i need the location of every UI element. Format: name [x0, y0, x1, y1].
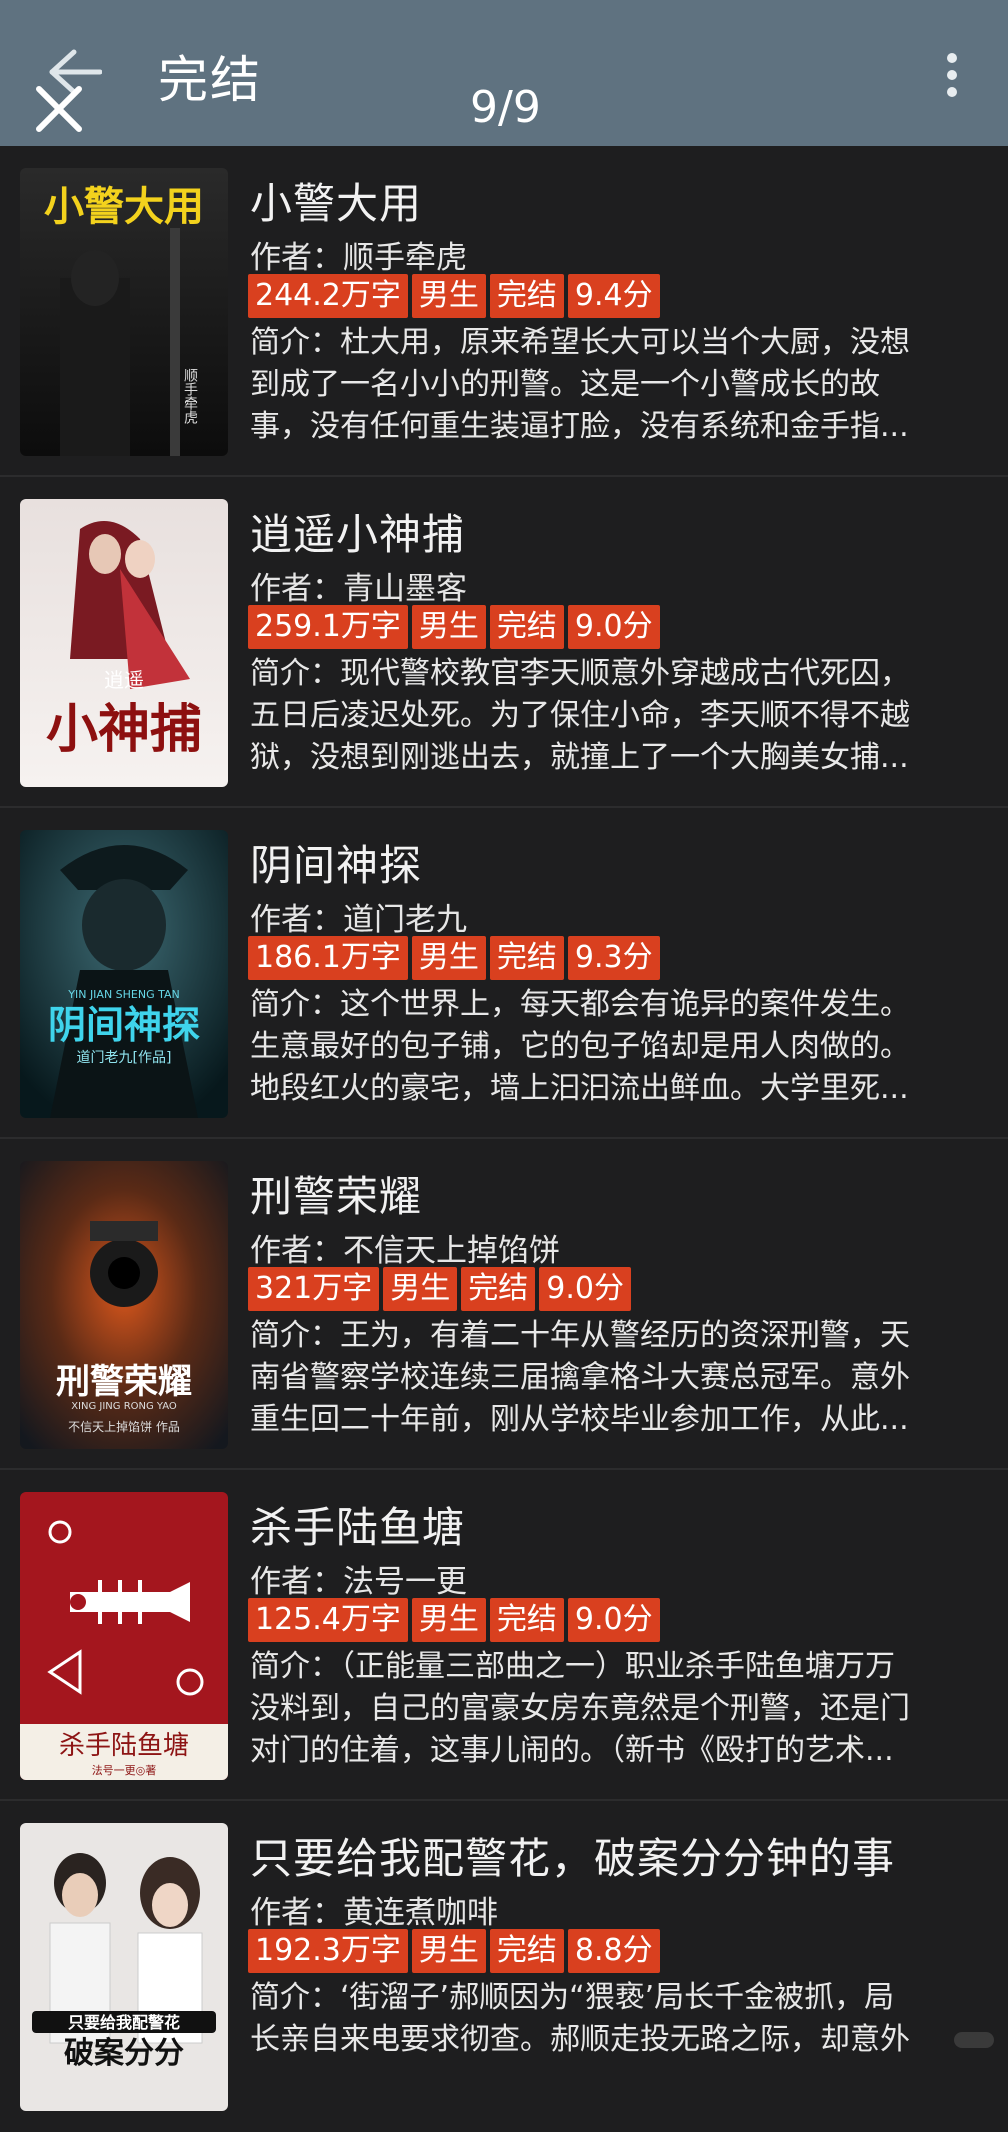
category-tag: 男生 — [411, 1929, 486, 1973]
page-indicator: 9/9 — [470, 82, 541, 133]
book-author: 作者：黄连煮咖啡 — [250, 1895, 498, 1931]
book-tags: 186.1万字 男生 完结 9.3分 — [248, 936, 660, 980]
svg-text:杀手陆鱼塘: 杀手陆鱼塘 — [59, 1731, 189, 1761]
status-tag: 完结 — [489, 605, 564, 649]
rating-tag: 9.3分 — [567, 936, 660, 980]
book-intro: 简介：（正能量三部曲之一）职业杀手陆鱼塘万万 没料到，自己的富豪女房东竟然是个刑… — [250, 1649, 910, 1768]
svg-text:法号一更◎著: 法号一更◎著 — [92, 1763, 157, 1777]
rating-tag: 8.8分 — [567, 1929, 660, 1973]
book-title[interactable]: 逍遥小神捕 — [250, 501, 465, 562]
book-cover[interactable]: 杀手陆鱼塘 法号一更◎著 — [20, 1492, 228, 1780]
book-cover[interactable]: 刑警荣耀 XING JING RONG YAO 不信天上掉馅饼 作品 — [20, 1161, 228, 1449]
book-author: 作者：法号一更 — [250, 1564, 467, 1600]
svg-text:顺手牵虎: 顺手牵虎 — [182, 368, 198, 425]
rating-tag: 9.4分 — [567, 274, 660, 318]
book-title[interactable]: 杀手陆鱼塘 — [250, 1494, 465, 1555]
page-title: 完结 — [158, 51, 262, 109]
watermark — [954, 2032, 994, 2048]
rating-tag: 9.0分 — [567, 1598, 660, 1642]
book-author: 作者：道门老九 — [250, 902, 467, 938]
book-cover[interactable]: 小警大用 顺手牵虎 — [20, 168, 228, 456]
book-list: 小警大用 顺手牵虎 小警大用 作者：顺手牵虎 244.2万字 男生 完结 9.4… — [0, 146, 1008, 2132]
svg-text:XING JING RONG YAO: XING JING RONG YAO — [71, 1401, 177, 1412]
book-list-item[interactable]: 只要给我配警花 破案分分 只要给我配警花，破案分分钟的事 作者：黄连煮咖啡 19… — [0, 1801, 1008, 2132]
book-intro: 简介：杜大用，原来希望长大可以当个大厨，没想 到成了一名小小的刑警。这是一个小警… — [250, 325, 910, 444]
svg-text:只要给我配警花: 只要给我配警花 — [68, 2013, 180, 2032]
book-tags: 125.4万字 男生 完结 9.0分 — [248, 1598, 660, 1642]
book-author: 作者：顺手牵虎 — [250, 240, 467, 276]
book-author: 作者：不信天上掉馅饼 — [250, 1233, 560, 1269]
svg-text:逍遥: 逍遥 — [104, 668, 144, 692]
book-title[interactable]: 只要给我配警花，破案分分钟的事 — [250, 1825, 895, 1886]
book-intro: 简介：‘街溜子’郝顺因为“猥亵’局长千金被抓，局 长亲自来电要求彻查。郝顺走投无… — [250, 1980, 910, 2057]
app-bar: 完结 9/9 — [0, 0, 1008, 146]
rating-tag: 9.0分 — [539, 1267, 631, 1311]
word-count-tag: 186.1万字 — [248, 936, 408, 980]
status-tag: 完结 — [461, 1267, 536, 1311]
book-cover[interactable]: 逍遥 小神捕 — [20, 499, 228, 787]
book-list-item[interactable]: 刑警荣耀 XING JING RONG YAO 不信天上掉馅饼 作品 刑警荣耀 … — [0, 1139, 1008, 1470]
more-vertical-icon[interactable] — [940, 52, 964, 98]
svg-text:刑警荣耀: 刑警荣耀 — [56, 1362, 192, 1402]
svg-text:YIN JIAN SHENG TAN: YIN JIAN SHENG TAN — [67, 988, 180, 1001]
word-count-tag: 259.1万字 — [248, 605, 408, 649]
rating-tag: 9.0分 — [567, 605, 660, 649]
book-title[interactable]: 刑警荣耀 — [250, 1163, 422, 1224]
book-list-item[interactable]: 小警大用 顺手牵虎 小警大用 作者：顺手牵虎 244.2万字 男生 完结 9.4… — [0, 146, 1008, 477]
book-intro: 简介：王为，有着二十年从警经历的资深刑警，天 南省警察学校连续三届擒拿格斗大赛总… — [250, 1318, 910, 1437]
book-cover[interactable]: 只要给我配警花 破案分分 — [20, 1823, 228, 2111]
book-intro: 简介：现代警校教官李天顺意外穿越成古代死囚， 五日后凌迟处死。为了保住小命，李天… — [250, 656, 910, 775]
book-tags: 192.3万字 男生 完结 8.8分 — [248, 1929, 660, 1973]
status-tag: 完结 — [489, 936, 564, 980]
status-tag: 完结 — [489, 274, 564, 318]
category-tag: 男生 — [411, 1598, 486, 1642]
svg-text:不信天上掉馅饼 作品: 不信天上掉馅饼 作品 — [68, 1419, 180, 1434]
book-cover[interactable]: YIN JIAN SHENG TAN 阴间神探 道门老九[作品] — [20, 830, 228, 1118]
close-icon[interactable] — [34, 84, 84, 134]
svg-text:小警大用: 小警大用 — [44, 184, 204, 230]
svg-text:道门老九[作品]: 道门老九[作品] — [77, 1050, 172, 1066]
book-tags: 259.1万字 男生 完结 9.0分 — [248, 605, 660, 649]
svg-text:阴间神探: 阴间神探 — [48, 1003, 200, 1047]
book-tags: 244.2万字 男生 完结 9.4分 — [248, 274, 660, 318]
book-tags: 321万字 男生 完结 9.0分 — [248, 1267, 631, 1311]
status-tag: 完结 — [489, 1598, 564, 1642]
word-count-tag: 192.3万字 — [248, 1929, 408, 1973]
book-list-item[interactable]: 逍遥 小神捕 逍遥小神捕 作者：青山墨客 259.1万字 男生 完结 9.0分 … — [0, 477, 1008, 808]
svg-text:破案分分: 破案分分 — [64, 2036, 184, 2071]
status-tag: 完结 — [489, 1929, 564, 1973]
word-count-tag: 321万字 — [248, 1267, 380, 1311]
category-tag: 男生 — [383, 1267, 458, 1311]
book-author: 作者：青山墨客 — [250, 571, 467, 607]
word-count-tag: 244.2万字 — [248, 274, 408, 318]
category-tag: 男生 — [411, 274, 486, 318]
book-intro: 简介：这个世界上，每天都会有诡异的案件发生。 生意最好的包子铺，它的包子馅却是用… — [250, 987, 910, 1106]
category-tag: 男生 — [411, 605, 486, 649]
category-tag: 男生 — [411, 936, 486, 980]
book-list-item[interactable]: 杀手陆鱼塘 法号一更◎著 杀手陆鱼塘 作者：法号一更 125.4万字 男生 完结… — [0, 1470, 1008, 1801]
book-title[interactable]: 小警大用 — [250, 170, 422, 231]
book-title[interactable]: 阴间神探 — [250, 832, 422, 893]
svg-text:小神捕: 小神捕 — [46, 699, 202, 760]
word-count-tag: 125.4万字 — [248, 1598, 408, 1642]
book-list-item[interactable]: YIN JIAN SHENG TAN 阴间神探 道门老九[作品] 阴间神探 作者… — [0, 808, 1008, 1139]
